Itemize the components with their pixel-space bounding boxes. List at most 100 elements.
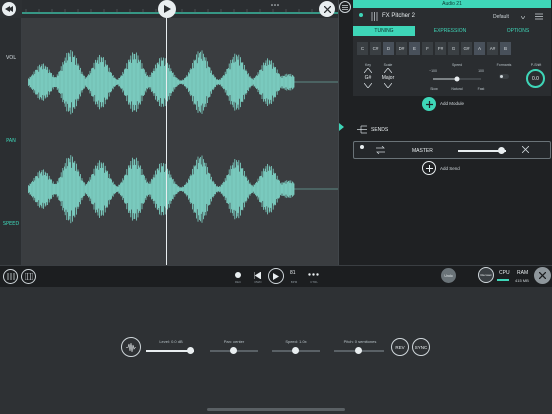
add-module-button[interactable]: [422, 97, 436, 111]
scale-down-icon[interactable]: [384, 83, 392, 88]
record-button[interactable]: [235, 272, 241, 278]
note-button[interactable]: C#: [370, 42, 381, 55]
key-value: G#: [364, 75, 372, 81]
mixer-button[interactable]: [3, 269, 18, 284]
keyboard-icon: [24, 273, 33, 280]
plugin-controls: Key G# Scale Major Speed −100 100 Slow N…: [353, 56, 551, 96]
fx-panel: Audio 21 FX Pitcher 2 Default TUNING EXP…: [338, 0, 552, 265]
mixer-icon: [7, 273, 14, 280]
send-level-knob[interactable]: [498, 147, 505, 154]
panel-menu-button[interactable]: [339, 1, 351, 13]
menu-icon: [342, 4, 348, 10]
speed-slider-knob[interactable]: [292, 347, 299, 354]
lane-label-vol[interactable]: VOL: [0, 55, 22, 61]
sends-icon: [357, 125, 367, 134]
waveform-button[interactable]: [121, 337, 141, 357]
send-power-dot[interactable]: [360, 145, 364, 149]
pan-slider-knob[interactable]: [230, 347, 237, 354]
preset-selector[interactable]: Default: [493, 14, 509, 20]
plus-icon: [425, 164, 433, 172]
pshift-knob[interactable]: 0.0: [526, 69, 545, 88]
pan-label: Pan: center: [223, 339, 245, 344]
add-send-button[interactable]: [422, 161, 436, 175]
key-down-icon[interactable]: [364, 83, 372, 88]
note-selector: C C# D D# E F F# G G# A A# B: [357, 42, 511, 55]
undo-button[interactable]: Undo: [441, 268, 456, 283]
clip-editor: VOL PAN SPEED: [0, 0, 338, 265]
speed-slow-label: Slow: [430, 87, 438, 91]
play-button[interactable]: [268, 268, 284, 284]
tab-options[interactable]: OPTIONS: [485, 26, 551, 36]
note-button[interactable]: A#: [487, 42, 498, 55]
reverse-button[interactable]: REV: [391, 338, 409, 356]
pitch-label: Pitch: 0 semitones: [343, 339, 377, 344]
formants-label: Formants: [496, 63, 512, 67]
waveform-view[interactable]: [22, 18, 338, 265]
plugin-name: FX Pitcher 2: [382, 13, 416, 19]
chevron-down-icon: [521, 16, 525, 19]
scale-label: Scale: [383, 63, 393, 67]
tab-expression[interactable]: EXPRESSION: [415, 26, 485, 36]
swap-icon[interactable]: [376, 146, 385, 154]
plugin-fader-icon: [371, 12, 378, 21]
bpm-label: BPM: [290, 280, 298, 284]
plugin-menu-icon[interactable]: [535, 13, 543, 20]
send-master-label: MASTER: [412, 148, 433, 154]
sync-button[interactable]: SYNC: [412, 338, 430, 356]
note-button[interactable]: C: [357, 42, 368, 55]
close-icon: [539, 272, 546, 279]
app-window: VOL PAN SPEED Audio 21 FX Pitcher 2 Defa…: [0, 0, 552, 414]
sync-label: SYNC: [414, 344, 428, 350]
timeline-ruler[interactable]: [22, 0, 338, 18]
lane-label-pan[interactable]: PAN: [0, 138, 22, 144]
formants-toggle[interactable]: [499, 74, 509, 79]
note-button[interactable]: F#: [435, 42, 446, 55]
recoset-button[interactable]: Recoset: [478, 267, 494, 283]
undo-label: Undo: [444, 273, 453, 278]
level-label: Level: 0.0 dB: [159, 339, 183, 344]
scale-value: Major: [381, 75, 395, 81]
note-button[interactable]: E: [409, 42, 420, 55]
more-icon[interactable]: [308, 273, 319, 276]
plugin-power-dot[interactable]: [359, 13, 363, 17]
ruler-ticks: [22, 4, 338, 14]
level-slider-knob[interactable]: [187, 347, 194, 354]
note-button[interactable]: G#: [461, 42, 472, 55]
recoset-label: Recoset: [480, 273, 492, 277]
keyboard-button[interactable]: [21, 269, 36, 284]
cpu-label: CPU: [499, 270, 510, 276]
close-editor-button[interactable]: [319, 1, 335, 17]
pitch-slider-knob[interactable]: [355, 347, 362, 354]
rec-label: REC: [234, 280, 242, 284]
tab-tuning[interactable]: TUNING: [353, 26, 415, 36]
speed-fast-label: Fast: [477, 87, 485, 91]
playhead[interactable]: [166, 18, 167, 265]
back-button[interactable]: [2, 2, 16, 16]
remove-send-icon[interactable]: [522, 146, 529, 153]
bpm-value[interactable]: 81: [290, 270, 296, 276]
home-indicator: [207, 408, 345, 411]
note-button[interactable]: D#: [396, 42, 407, 55]
note-button[interactable]: B: [500, 42, 511, 55]
add-send-label[interactable]: Add Send: [440, 166, 460, 171]
clip-inspector: Level: 0.0 dB Pan: center Speed: 1.0x Pi…: [0, 287, 552, 414]
pshift-label: P-Shift: [530, 63, 542, 67]
ram-value: 415 MB: [515, 278, 529, 283]
plugin-track-title: Audio 21: [353, 0, 551, 8]
note-button[interactable]: D: [383, 42, 394, 55]
key-label: Key: [364, 63, 372, 67]
note-button[interactable]: A: [474, 42, 485, 55]
close-icon: [323, 5, 331, 13]
scale-up-icon[interactable]: [384, 68, 392, 73]
add-module-label[interactable]: Add Module: [440, 101, 464, 106]
key-up-icon[interactable]: [364, 68, 372, 73]
clip-play-button[interactable]: [158, 0, 176, 18]
close-transport-button[interactable]: [534, 267, 551, 284]
note-button[interactable]: F: [422, 42, 433, 55]
note-button[interactable]: G: [448, 42, 459, 55]
plugin-header: FX Pitcher 2 Default: [353, 8, 551, 26]
speed-slider[interactable]: [433, 73, 481, 85]
panel-arrow-icon: [339, 123, 344, 131]
rewind-icon[interactable]: [254, 272, 261, 279]
lane-label-speed[interactable]: SPEED: [0, 221, 22, 227]
